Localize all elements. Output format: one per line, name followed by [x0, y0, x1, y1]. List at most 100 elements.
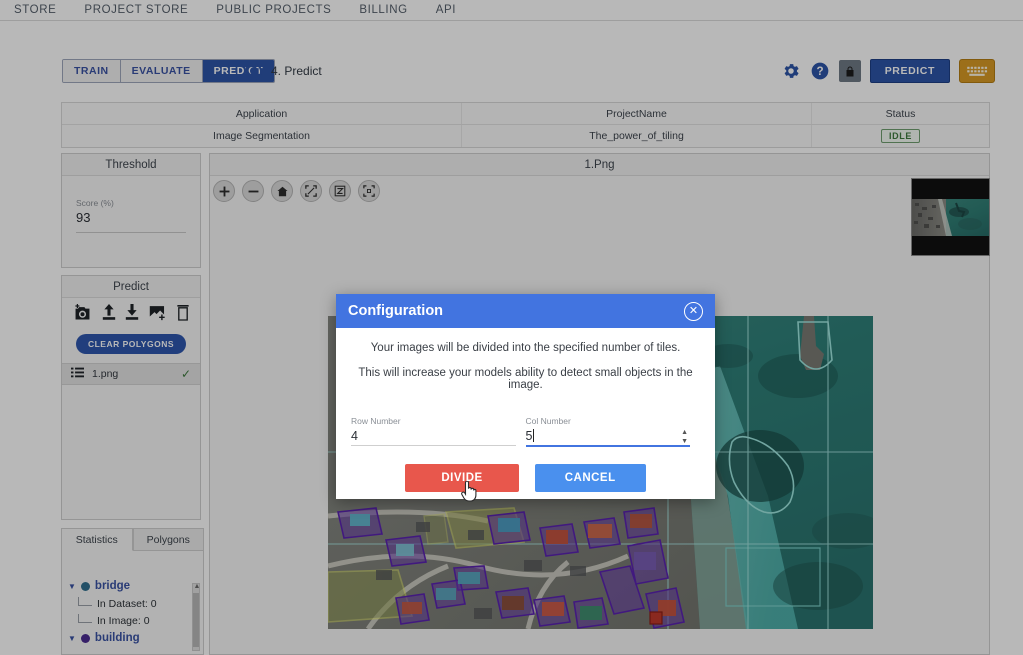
list-item[interactable]: 1.png ✓	[62, 363, 200, 385]
tree-node-label: bridge	[94, 580, 131, 592]
step-radio[interactable]: 4. Predict	[245, 59, 322, 83]
cell-status: IDLE	[812, 125, 989, 147]
project-info-table: Application ProjectName Status Image Seg…	[61, 102, 990, 148]
tree-elbow	[78, 596, 92, 606]
tab-train[interactable]: TRAIN	[63, 60, 121, 82]
class-color-dot	[80, 633, 90, 643]
keyboard-icon[interactable]	[959, 59, 995, 83]
predict-button[interactable]: PREDICT	[869, 59, 950, 83]
close-icon[interactable]: ✕	[684, 301, 703, 321]
statistics-panel: Statistics Polygons ▼ bridge In Dataset:…	[61, 528, 204, 655]
check-icon: ✓	[180, 367, 191, 381]
row-number-underline	[351, 445, 516, 446]
table-row: Image Segmentation The_power_of_tiling I…	[62, 125, 989, 147]
app-root: STORE PROJECT STORE PUBLIC PROJECTS BILL…	[0, 0, 1023, 655]
viewer-title: 1.Png	[210, 154, 989, 176]
column-header-projectname: ProjectName	[462, 103, 812, 124]
dialog-description-line2: This will increase your models ability t…	[358, 367, 693, 391]
threshold-panel-title: Threshold	[62, 154, 200, 176]
stepper-down-icon[interactable]: ▼	[681, 438, 688, 445]
column-header-status: Status	[885, 107, 916, 120]
tab-polygons[interactable]: Polygons	[132, 529, 203, 551]
tree-child-label: In Image: 0	[97, 614, 150, 627]
row-number-input[interactable]: 4	[351, 429, 516, 445]
tab-statistics[interactable]: Statistics	[62, 529, 133, 551]
upload-icon[interactable]	[102, 304, 116, 326]
cell-application: Image Segmentation	[62, 125, 462, 147]
add-image-icon[interactable]	[149, 304, 168, 326]
home-icon[interactable]	[271, 180, 293, 202]
zoom-in-icon[interactable]	[213, 180, 235, 202]
tree-node-building[interactable]: ▼ building	[68, 629, 203, 647]
nav-billing[interactable]: BILLING	[345, 4, 421, 16]
predict-panel: Predict CLEAR POLYGONS 1.png ✓	[61, 275, 201, 520]
nav-public-projects[interactable]: PUBLIC PROJECTS	[202, 4, 345, 16]
scroll-up-arrow[interactable]: ▲	[193, 583, 201, 591]
file-name-label: 1.png	[92, 368, 119, 380]
tree-elbow	[78, 613, 92, 623]
col-number-field[interactable]: Col Number 5 ▲ ▼	[525, 416, 701, 447]
rotate-icon[interactable]	[329, 180, 351, 202]
col-number-underline	[525, 445, 690, 447]
configuration-dialog: Configuration ✕ Your images will be divi…	[336, 294, 715, 502]
toolbar-right: ? PREDICT	[781, 56, 995, 86]
svg-text:?: ?	[816, 65, 823, 78]
lock-icon[interactable]	[838, 60, 861, 82]
trash-icon[interactable]	[177, 304, 189, 326]
nav-divider	[0, 20, 1023, 21]
chevron-down-icon[interactable]: ▼	[68, 582, 76, 591]
col-number-value: 5	[525, 429, 533, 443]
predict-panel-title: Predict	[62, 276, 200, 298]
score-input[interactable]: 93	[76, 210, 186, 225]
mouse-cursor-icon	[461, 480, 478, 502]
quantity-stepper[interactable]: ▲ ▼	[681, 429, 688, 445]
col-number-label: Col Number	[525, 416, 571, 426]
fit-screen-icon[interactable]	[300, 180, 322, 202]
tree-child-in-image: In Image: 0	[68, 612, 203, 629]
tab-evaluate[interactable]: EVALUATE	[120, 60, 203, 82]
add-screenshot-icon[interactable]	[73, 304, 92, 326]
col-number-input[interactable]: 5	[526, 429, 691, 445]
stepper-up-icon[interactable]: ▲	[681, 429, 688, 436]
mode-segmented-control: TRAIN EVALUATE PREDICT	[62, 59, 276, 83]
nav-store[interactable]: STORE	[0, 4, 70, 16]
class-tree: ▼ bridge In Dataset: 0 In Image: 0 ▼ bui…	[62, 551, 203, 647]
row-number-field[interactable]: Row Number 4	[351, 416, 526, 447]
predict-icon-toolbar	[62, 298, 200, 326]
gear-icon[interactable]	[781, 61, 801, 81]
clear-polygons-button[interactable]: CLEAR POLYGONS	[76, 334, 186, 354]
score-label: Score (%)	[76, 198, 114, 208]
row-number-label: Row Number	[351, 416, 401, 426]
cell-projectname: The_power_of_tiling	[462, 125, 812, 147]
dialog-fields: Row Number 4 Col Number 5 ▲ ▼	[349, 416, 702, 447]
step-label: 4. Predict	[271, 64, 322, 78]
statistics-tabs: Statistics Polygons	[62, 529, 203, 551]
top-navigation: STORE PROJECT STORE PUBLIC PROJECTS BILL…	[0, 0, 1023, 20]
nav-api[interactable]: API	[422, 4, 470, 16]
question-circle-icon[interactable]: ?	[810, 61, 830, 81]
radio-icon[interactable]	[245, 62, 262, 80]
statistics-scrollbar[interactable]: ▲	[192, 583, 200, 651]
download-icon[interactable]	[125, 304, 139, 326]
list-icon	[71, 365, 84, 383]
nav-project-store[interactable]: PROJECT STORE	[70, 4, 202, 16]
column-header-application: Application	[62, 103, 462, 124]
tree-child-in-dataset: In Dataset: 0	[68, 595, 203, 612]
expand-icon[interactable]	[358, 180, 380, 202]
tree-node-bridge[interactable]: ▼ bridge	[68, 577, 203, 595]
radio-inner-dot	[249, 67, 258, 75]
zoom-out-icon[interactable]	[242, 180, 264, 202]
dialog-description-line1: Your images will be divided into the spe…	[370, 342, 681, 354]
threshold-panel: Threshold Score (%) 93	[61, 153, 201, 268]
text-cursor	[533, 429, 535, 442]
chevron-down-icon[interactable]: ▼	[68, 634, 76, 643]
dialog-title: Configuration	[348, 303, 444, 319]
score-underline	[76, 232, 186, 233]
status-badge: IDLE	[881, 129, 920, 143]
divide-button[interactable]: DIVIDE	[405, 464, 519, 502]
table-header-row: Application ProjectName Status	[62, 103, 989, 125]
minimap-thumbnail[interactable]	[911, 178, 990, 256]
score-field[interactable]: Score (%) 93	[76, 198, 186, 233]
scrollbar-thumb[interactable]	[193, 593, 199, 647]
cancel-button[interactable]: CANCEL	[534, 464, 646, 492]
